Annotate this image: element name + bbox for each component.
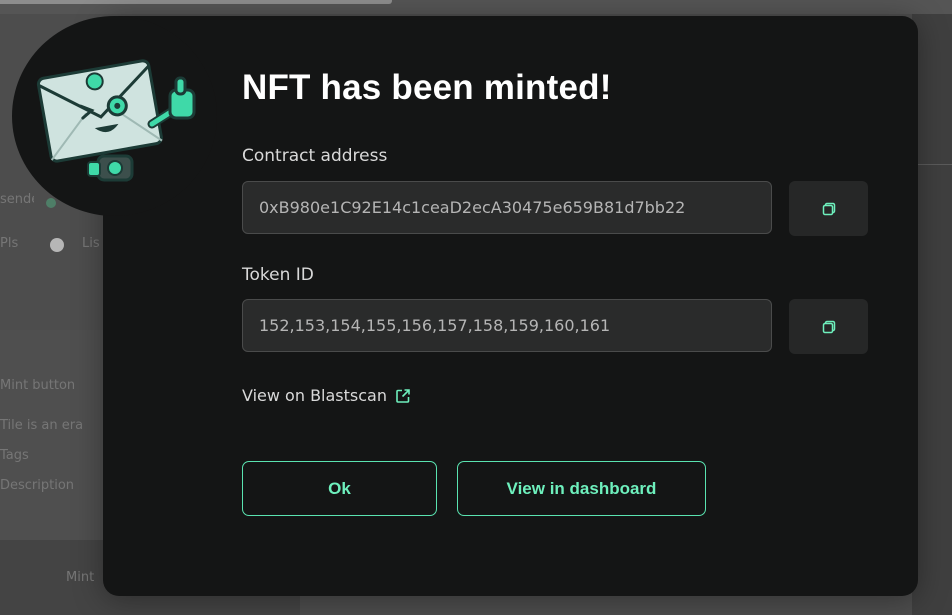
view-on-blastscan-link[interactable]: View on Blastscan (242, 386, 411, 405)
copy-token-id-button[interactable] (789, 299, 868, 354)
background-label: Tile is an era (0, 418, 84, 433)
background-divider (912, 164, 952, 165)
external-link-icon (396, 388, 410, 403)
token-id-field[interactable]: 152,153,154,155,156,157,158,159,160,161 (242, 299, 772, 352)
background-button-label: Mint (66, 570, 95, 585)
contract-address-value: 0xB980e1C92E14c1ceaD2ecA30475e659B81d7bb… (259, 198, 686, 217)
copy-contract-button[interactable] (789, 181, 868, 236)
mascot-bubble (12, 16, 217, 216)
contract-address-field[interactable]: 0xB980e1C92E14c1ceaD2ecA30475e659B81d7bb… (242, 181, 772, 234)
view-on-blastscan-label: View on Blastscan (242, 386, 387, 405)
token-id-label: Token ID (242, 265, 314, 285)
ok-button[interactable]: Ok (242, 461, 437, 516)
copy-icon (822, 320, 835, 333)
view-in-dashboard-button[interactable]: View in dashboard (457, 461, 706, 516)
background-progress (0, 0, 392, 4)
background-label: sender (0, 192, 34, 207)
background-label: Mint button (0, 378, 76, 393)
background-label: Description (0, 478, 75, 493)
background-right-column (912, 14, 952, 615)
background-radio (50, 238, 64, 252)
background-label: Pls (0, 236, 19, 251)
envelope-robot-mascot-icon (36, 59, 196, 182)
contract-address-label: Contract address (242, 146, 388, 166)
copy-icon (822, 202, 835, 215)
background-topbar (0, 0, 952, 14)
modal-title: NFT has been minted! (242, 68, 612, 107)
background-label: Lis (82, 236, 100, 251)
background-form-block (0, 330, 105, 542)
background-radio (46, 198, 56, 208)
background-label: Tags (0, 448, 29, 463)
token-id-value: 152,153,154,155,156,157,158,159,160,161 (259, 316, 611, 335)
